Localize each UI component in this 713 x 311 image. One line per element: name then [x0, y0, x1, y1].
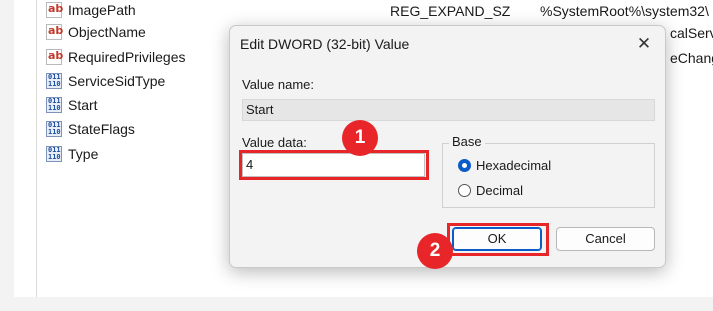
registry-row-objectname[interactable]: ab ObjectName [46, 21, 146, 43]
string-value-icon: ab [46, 49, 63, 65]
base-label: Base [449, 134, 485, 149]
registry-row-start[interactable]: 011 110 Start [46, 94, 98, 116]
value-data-label: Value data: [242, 135, 307, 150]
registry-row-requiredprivileges[interactable]: ab RequiredPrivileges [46, 46, 186, 68]
edit-dword-dialog: Edit DWORD (32-bit) Value ✕ Value name: … [229, 25, 666, 268]
tree-pane-edge [0, 0, 14, 311]
registry-row-data: eChang [670, 50, 713, 66]
radio-decimal[interactable]: Decimal [458, 183, 523, 198]
registry-row-stateflags[interactable]: 011 110 StateFlags [46, 118, 135, 140]
step-1-badge: 1 [342, 120, 378, 156]
registry-row-type[interactable]: 011 110 Type [46, 143, 98, 165]
registry-row-data: %SystemRoot%\system32\ [540, 3, 709, 19]
registry-row-imagepath[interactable]: ab ImagePath [46, 0, 136, 21]
binary-value-icon: 011 110 [46, 97, 62, 113]
value-name-label: Value name: [242, 77, 315, 92]
registry-row-name: Start [68, 97, 98, 113]
radio-unselected-icon [458, 184, 471, 197]
pane-divider [36, 0, 37, 311]
cancel-button[interactable]: Cancel [556, 227, 655, 251]
registry-row-servicesidtype[interactable]: 011 110 ServiceSidType [46, 70, 165, 92]
registry-row-name: RequiredPrivileges [68, 49, 186, 65]
binary-value-icon: 011 110 [46, 121, 62, 137]
string-value-icon: ab [46, 2, 63, 18]
string-value-icon: ab [46, 24, 63, 40]
radio-hexadecimal-label: Hexadecimal [476, 158, 552, 173]
registry-row-type: REG_EXPAND_SZ [390, 3, 511, 19]
dialog-title: Edit DWORD (32-bit) Value [240, 36, 410, 52]
binary-value-icon: 011 110 [46, 73, 62, 89]
ok-button-highlight [447, 223, 549, 256]
close-icon[interactable]: ✕ [631, 33, 657, 55]
status-strip [0, 297, 713, 311]
value-name-field: Start [242, 99, 655, 121]
registry-row-name: ServiceSidType [68, 73, 166, 89]
step-2-badge: 2 [417, 233, 453, 269]
radio-hexadecimal[interactable]: Hexadecimal [458, 158, 551, 173]
value-data-highlight [239, 150, 429, 180]
radio-selected-icon [458, 159, 471, 172]
registry-row-data: calServ [670, 25, 713, 41]
registry-row-name: Type [68, 146, 99, 162]
base-group [442, 143, 655, 208]
registry-row-name: ObjectName [68, 24, 146, 40]
registry-row-name: StateFlags [68, 121, 135, 137]
binary-value-icon: 011 110 [46, 146, 62, 162]
registry-row-name: ImagePath [68, 2, 136, 18]
radio-decimal-label: Decimal [476, 183, 523, 198]
